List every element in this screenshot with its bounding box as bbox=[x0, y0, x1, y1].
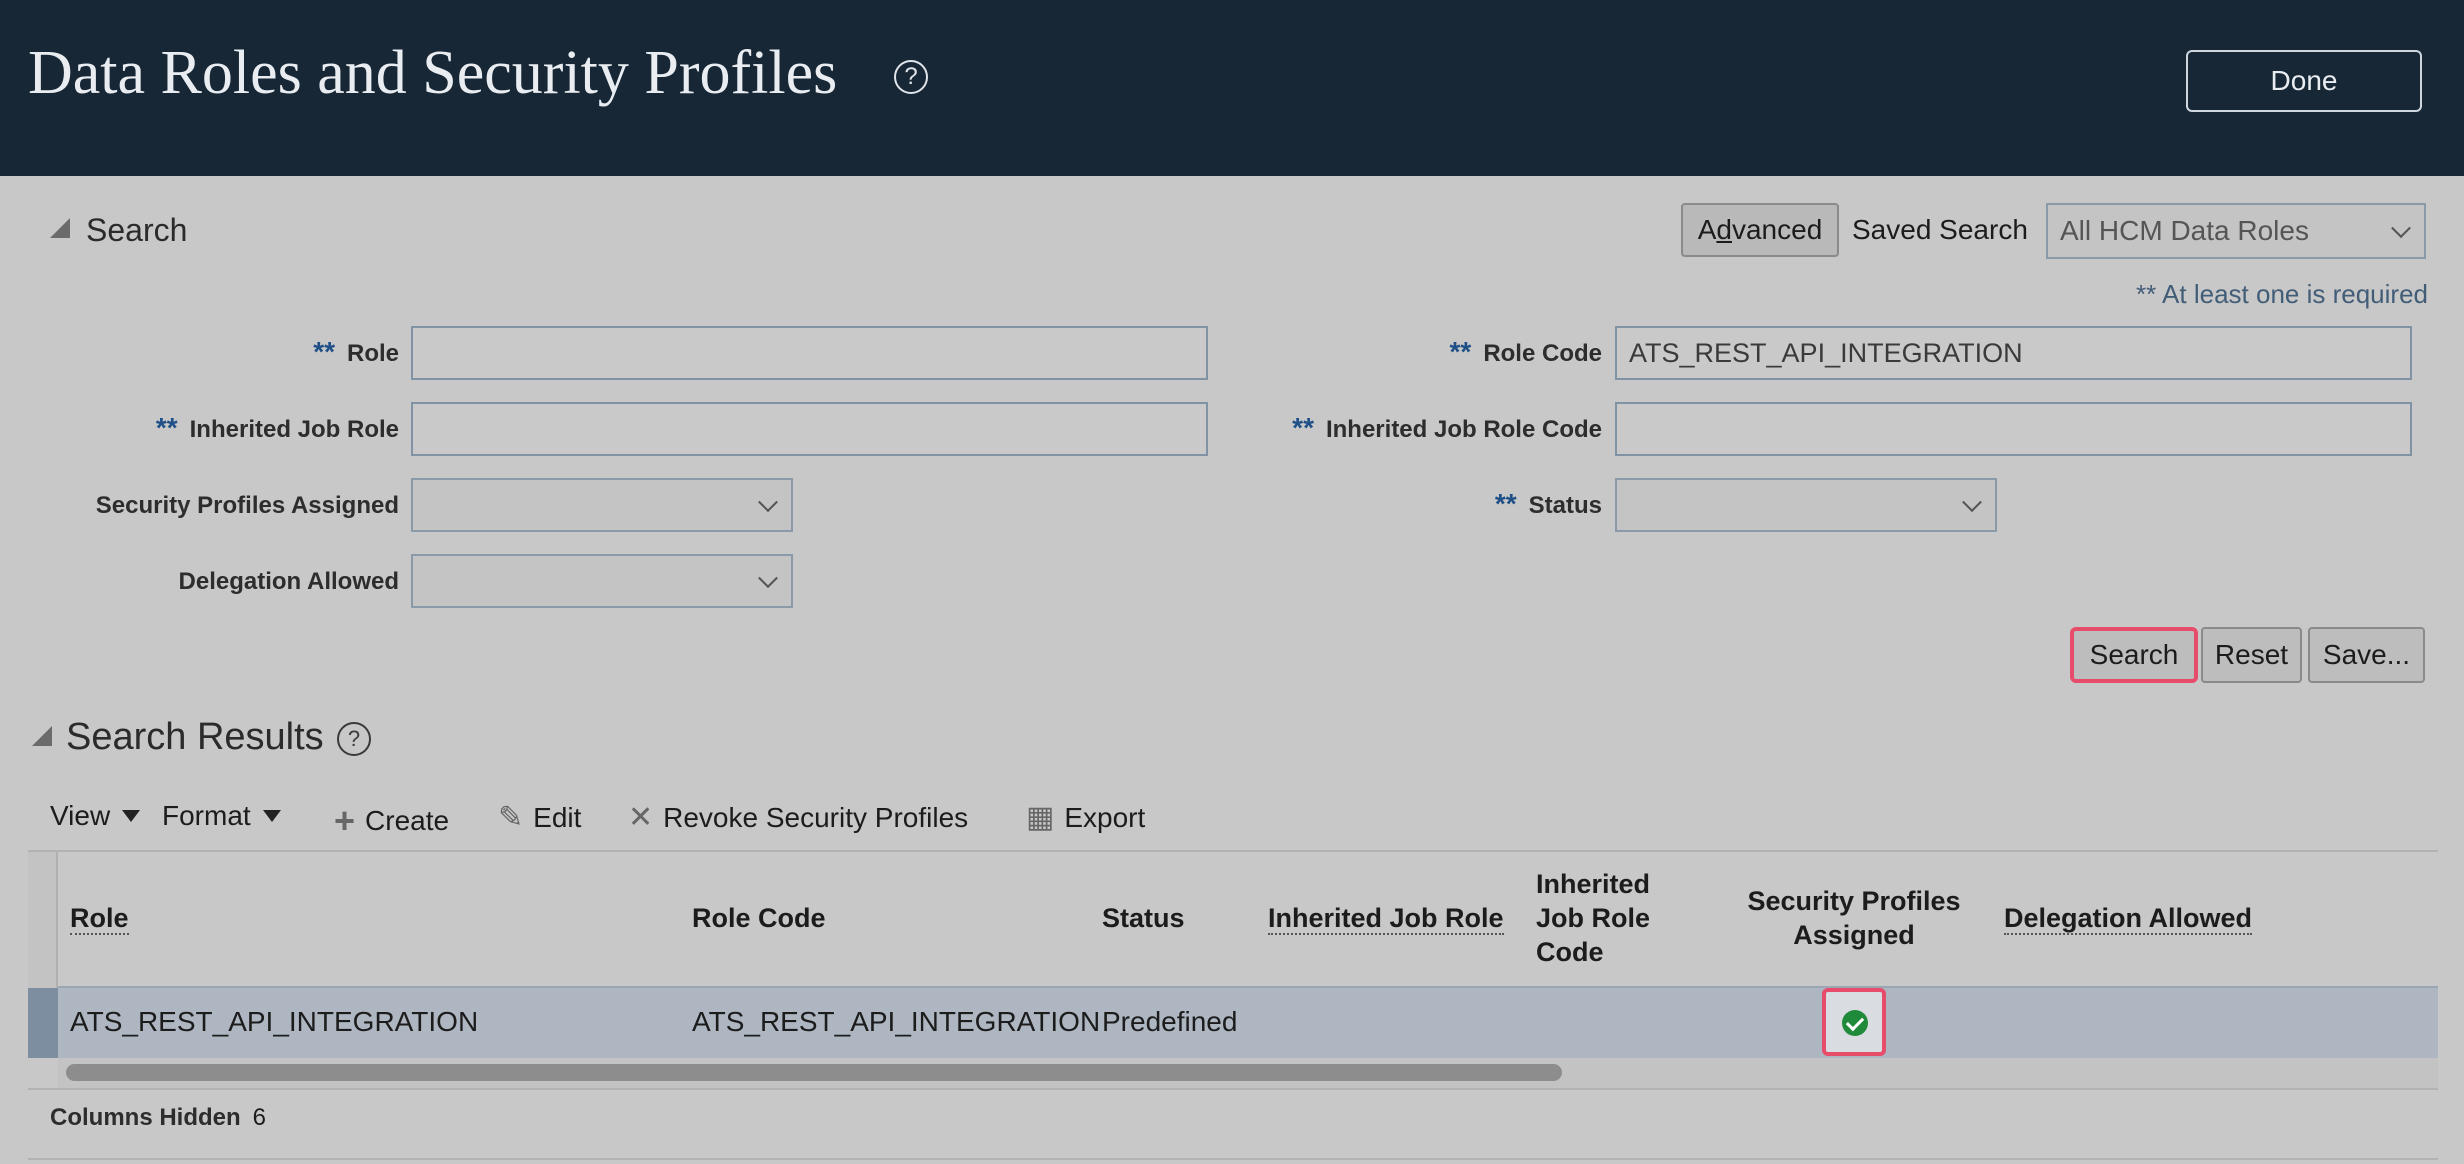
columns-hidden-count: 6 bbox=[252, 1104, 267, 1131]
status-select[interactable] bbox=[1615, 478, 1997, 532]
chevron-down-icon bbox=[2391, 218, 2411, 239]
required-marker: ** bbox=[1494, 488, 1517, 519]
cell-role: ATS_REST_API_INTEGRATION bbox=[70, 1006, 479, 1037]
dropdown-arrow-icon bbox=[262, 810, 281, 822]
column-header-inherited-job-role-code[interactable]: Inherited Job Role Code bbox=[1536, 867, 1650, 969]
inherited-job-role-input[interactable] bbox=[411, 402, 1208, 456]
column-header-security-profiles-assigned[interactable]: Security Profiles Assigned bbox=[1734, 884, 1974, 952]
help-icon[interactable]: ? bbox=[337, 722, 371, 756]
collapse-search-icon[interactable] bbox=[50, 218, 70, 238]
reset-button[interactable]: Reset bbox=[2201, 627, 2302, 683]
search-heading[interactable]: Search bbox=[86, 212, 187, 249]
cell-status: Predefined bbox=[1102, 1006, 1238, 1037]
scrollbar-thumb[interactable] bbox=[66, 1064, 1562, 1081]
inherited-job-role-code-label: ** Inherited Job Role Code bbox=[1292, 412, 1602, 443]
collapse-results-icon[interactable] bbox=[32, 726, 52, 746]
saved-search-select[interactable]: All HCM Data Roles bbox=[2046, 203, 2426, 259]
saved-search-value: All HCM Data Roles bbox=[2060, 215, 2309, 246]
status-label: ** Status bbox=[1494, 488, 1602, 519]
dropdown-arrow-icon bbox=[122, 810, 141, 822]
column-header-role-code[interactable]: Role Code bbox=[692, 901, 826, 935]
required-marker: ** bbox=[155, 412, 178, 443]
chevron-down-icon bbox=[758, 568, 778, 589]
spreadsheet-icon: ▦ bbox=[1026, 801, 1055, 834]
edit-button[interactable]: ✎ Edit bbox=[498, 800, 581, 835]
revoke-security-profiles-button[interactable]: ✕ Revoke Security Profiles bbox=[628, 800, 968, 835]
role-label: ** Role bbox=[313, 336, 399, 367]
row-selector[interactable] bbox=[28, 988, 58, 1058]
security-profiles-assigned-label: Security Profiles Assigned bbox=[95, 492, 399, 519]
required-marker: ** bbox=[1292, 412, 1314, 443]
footer-border bbox=[28, 1158, 2438, 1160]
security-profiles-assigned-select[interactable] bbox=[411, 478, 793, 532]
advanced-button[interactable]: Advanced bbox=[1681, 203, 1839, 257]
column-header-delegation-allowed[interactable]: Delegation Allowed bbox=[2004, 901, 2253, 935]
column-header-status[interactable]: Status bbox=[1102, 901, 1185, 935]
export-button[interactable]: ▦ Export bbox=[1026, 800, 1145, 835]
chevron-down-icon bbox=[758, 492, 778, 513]
table-top-border bbox=[28, 850, 2438, 852]
inherited-job-role-label: ** Inherited Job Role bbox=[155, 412, 399, 443]
delegation-allowed-select[interactable] bbox=[411, 554, 793, 608]
required-note: ** At least one is required bbox=[2136, 279, 2428, 309]
save-button[interactable]: Save... bbox=[2308, 627, 2425, 683]
saved-search-label: Saved Search bbox=[1852, 214, 2028, 245]
role-input[interactable] bbox=[411, 326, 1208, 380]
chevron-down-icon bbox=[1962, 492, 1982, 513]
delegation-allowed-label: Delegation Allowed bbox=[178, 568, 399, 595]
x-icon: ✕ bbox=[628, 801, 654, 834]
format-menu[interactable]: Format bbox=[162, 800, 281, 832]
role-code-label: ** Role Code bbox=[1449, 336, 1602, 367]
inherited-job-role-code-input[interactable] bbox=[1615, 402, 2412, 456]
view-menu[interactable]: View bbox=[50, 800, 141, 832]
table-bottom-border bbox=[28, 1088, 2438, 1090]
search-results-heading[interactable]: Search Results bbox=[66, 716, 324, 759]
pencil-icon: ✎ bbox=[498, 801, 524, 834]
search-button[interactable]: Search bbox=[2070, 627, 2198, 683]
check-circle-icon bbox=[1842, 1010, 1868, 1036]
column-header-inherited-job-role[interactable]: Inherited Job Role bbox=[1268, 901, 1504, 935]
role-code-input[interactable]: ATS_REST_API_INTEGRATION bbox=[1615, 326, 2412, 380]
page-title: Data Roles and Security Profiles bbox=[28, 39, 838, 107]
page-header: Data Roles and Security Profiles ? Done bbox=[0, 0, 2464, 176]
required-marker: ** bbox=[1449, 336, 1472, 367]
cell-role-code: ATS_REST_API_INTEGRATION bbox=[692, 1006, 1101, 1037]
columns-hidden-status: Columns Hidden 6 bbox=[50, 1104, 267, 1131]
cell-security-profiles-assigned[interactable] bbox=[1822, 988, 1886, 1056]
plus-icon: + bbox=[334, 800, 356, 841]
done-button[interactable]: Done bbox=[2186, 50, 2422, 112]
help-icon[interactable]: ? bbox=[894, 60, 928, 94]
required-marker: ** bbox=[313, 336, 335, 367]
column-header-role[interactable]: Role bbox=[70, 901, 129, 935]
create-button[interactable]: + Create bbox=[334, 800, 449, 842]
